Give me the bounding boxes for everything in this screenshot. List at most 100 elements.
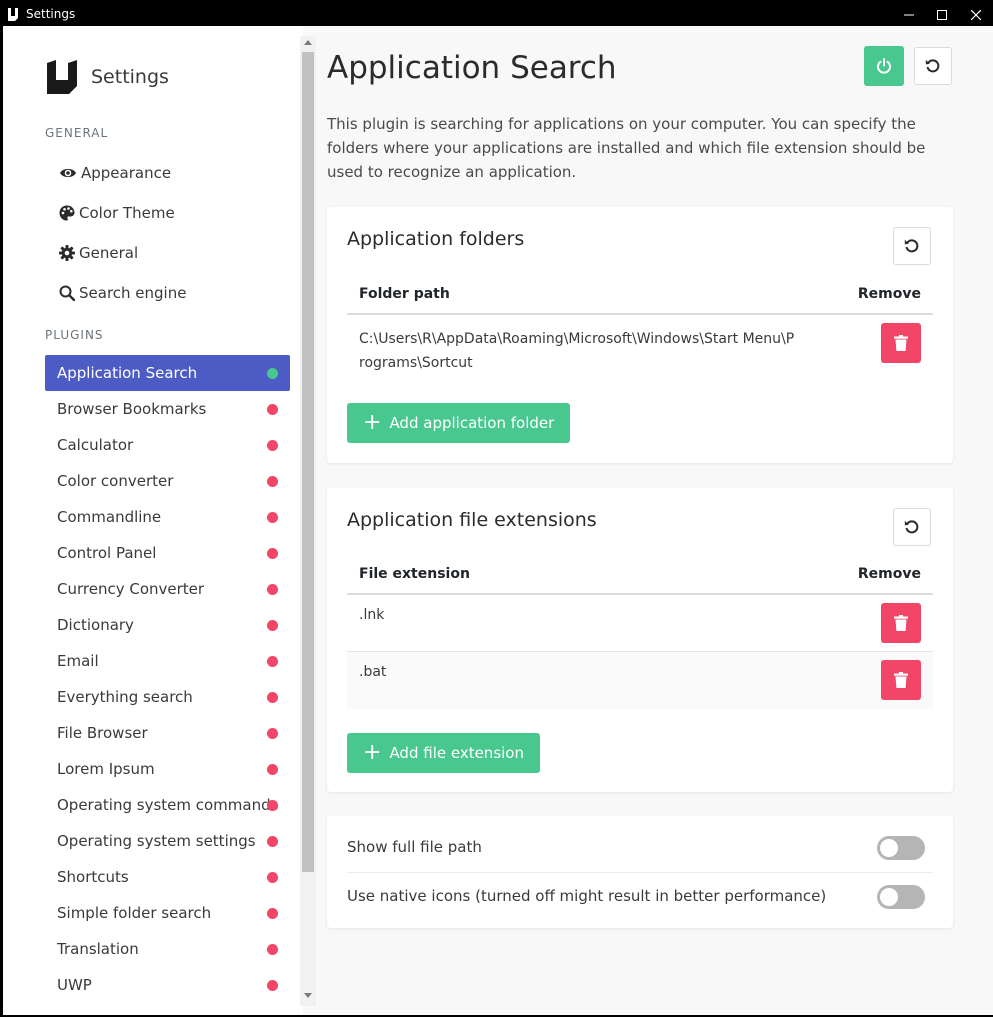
toggle-knob: [880, 839, 898, 857]
plugin-item-label: Dictionary: [57, 616, 134, 634]
plugin-item-label: Everything search: [57, 688, 193, 706]
add-file-extension-button[interactable]: + Add file extension: [347, 733, 540, 773]
card-title: Application folders: [347, 228, 525, 250]
app-logo-icon: [47, 60, 77, 94]
sidebar-item-appearance[interactable]: Appearance: [59, 161, 171, 185]
plugin-status-dot: [267, 548, 278, 559]
section-label-general: GENERAL: [45, 126, 109, 140]
plugin-item[interactable]: Operating system commands: [45, 787, 290, 823]
plugin-item-label: Shortcuts: [57, 868, 129, 886]
plugin-item[interactable]: Commandline: [45, 499, 290, 535]
plugin-item-label: Browser Bookmarks: [57, 400, 207, 418]
extensions-table-header: File extension Remove: [347, 555, 933, 595]
plugin-item-label: Commandline: [57, 508, 162, 526]
plugin-item-label: Operating system settings: [57, 832, 256, 850]
delete-folder-button[interactable]: [881, 323, 921, 363]
gear-icon: [59, 245, 75, 261]
plugin-status-dot: [267, 584, 278, 595]
sidebar-item-label: General: [79, 244, 139, 262]
plugin-description: This plugin is searching for application…: [327, 115, 926, 181]
sidebar-item-color-theme[interactable]: Color Theme: [59, 201, 175, 225]
eye-icon: [60, 168, 76, 178]
plugin-status-dot: [267, 368, 278, 379]
power-icon: [877, 58, 891, 74]
brand-name: Settings: [91, 66, 169, 88]
sidebar-item-search-engine[interactable]: Search engine: [59, 281, 186, 305]
plugin-item-label: Simple folder search: [57, 904, 212, 922]
minimize-icon: [904, 14, 914, 16]
sidebar-item-general[interactable]: General: [59, 241, 138, 265]
plugin-status-dot: [267, 908, 278, 919]
option-label: Use native icons (turned off might resul…: [347, 887, 827, 905]
reset-folders-button[interactable]: [893, 227, 931, 265]
plugin-item[interactable]: Application Search: [45, 355, 290, 391]
delete-extension-button[interactable]: [881, 660, 921, 700]
page-title: Application Search: [327, 50, 617, 86]
plugin-item-label: Application Search: [57, 364, 198, 382]
option-row-native-icons: Use native icons (turned off might resul…: [347, 873, 933, 921]
settings-window: Settings GENERAL Appearance Color Theme: [3, 26, 993, 1015]
plugin-item[interactable]: UWP: [45, 967, 290, 1003]
plugin-item-label: UWP: [57, 976, 92, 994]
plugin-item[interactable]: Color converter: [45, 463, 290, 499]
scroll-up-icon[interactable]: [304, 40, 312, 45]
plugin-item[interactable]: Calculator: [45, 427, 290, 463]
plugin-status-dot: [267, 980, 278, 991]
maximize-icon: [937, 10, 947, 20]
plugin-item[interactable]: Operating system settings: [45, 823, 290, 859]
plugin-item[interactable]: Translation: [45, 931, 290, 967]
plugin-item-label: Control Panel: [57, 544, 157, 562]
delete-extension-button[interactable]: [881, 603, 921, 643]
table-row: .bat: [347, 652, 933, 709]
folder-path-cell: C:\Users\R\AppData\Roaming\Microsoft\Win…: [359, 331, 795, 371]
column-header-folder-path: Folder path: [359, 286, 450, 302]
scroll-down-icon[interactable]: [304, 993, 312, 998]
plugin-item[interactable]: Dictionary: [45, 607, 290, 643]
sidebar: Settings GENERAL Appearance Color Theme: [3, 26, 316, 1015]
plugin-item[interactable]: Lorem Ipsum: [45, 751, 290, 787]
plugin-item[interactable]: File Browser: [45, 715, 290, 751]
plugin-item[interactable]: Control Panel: [45, 535, 290, 571]
plus-icon: +: [363, 410, 382, 435]
main-content: Application Search This plugin is search…: [316, 26, 993, 1015]
plugin-status-dot: [267, 836, 278, 847]
search-icon: [59, 285, 75, 301]
plugin-item[interactable]: Browser Bookmarks: [45, 391, 290, 427]
sidebar-scrollbar[interactable]: [300, 36, 316, 1006]
plugin-item[interactable]: Everything search: [45, 679, 290, 715]
plugin-status-dot: [267, 656, 278, 667]
show-full-path-toggle[interactable]: [877, 836, 925, 860]
sidebar-item-label: Color Theme: [79, 204, 175, 222]
plugin-item-label: File Browser: [57, 724, 148, 742]
table-row: .lnk: [347, 595, 933, 652]
reset-plugin-button[interactable]: [914, 47, 952, 85]
sidebar-item-label: Appearance: [81, 164, 172, 182]
button-label: Add file extension: [389, 744, 524, 762]
plugin-status-dot: [267, 800, 278, 811]
reset-icon: [904, 239, 919, 253]
file-extensions-card: Application file extensions File extensi…: [327, 488, 953, 792]
plugin-status-dot: [267, 944, 278, 955]
native-icons-toggle[interactable]: [877, 885, 925, 909]
add-application-folder-button[interactable]: + Add application folder: [347, 403, 571, 443]
plugin-status-dot: [267, 728, 278, 739]
plugin-status-dot: [267, 440, 278, 451]
reset-extensions-button[interactable]: [893, 508, 931, 546]
plugin-item-label: Currency Converter: [57, 580, 205, 598]
plugin-item[interactable]: Shortcuts: [45, 859, 290, 895]
plugin-item[interactable]: Email: [45, 643, 290, 679]
plugin-item-label: Operating system commands: [57, 796, 279, 814]
option-label: Show full file path: [347, 838, 482, 856]
brand: Settings: [47, 60, 169, 94]
trash-icon: [894, 672, 908, 688]
close-icon: [971, 10, 981, 20]
scrollbar-thumb[interactable]: [302, 52, 314, 872]
table-row: C:\Users\R\AppData\Roaming\Microsoft\Win…: [347, 315, 933, 387]
plugin-toggle-button[interactable]: [864, 46, 904, 86]
plugin-status-dot: [267, 692, 278, 703]
plugin-item[interactable]: Currency Converter: [45, 571, 290, 607]
plugin-item-label: Email: [57, 652, 99, 670]
sidebar-item-label: Search engine: [79, 284, 187, 302]
column-header-remove: Remove: [857, 286, 921, 302]
plugin-item[interactable]: Simple folder search: [45, 895, 290, 931]
